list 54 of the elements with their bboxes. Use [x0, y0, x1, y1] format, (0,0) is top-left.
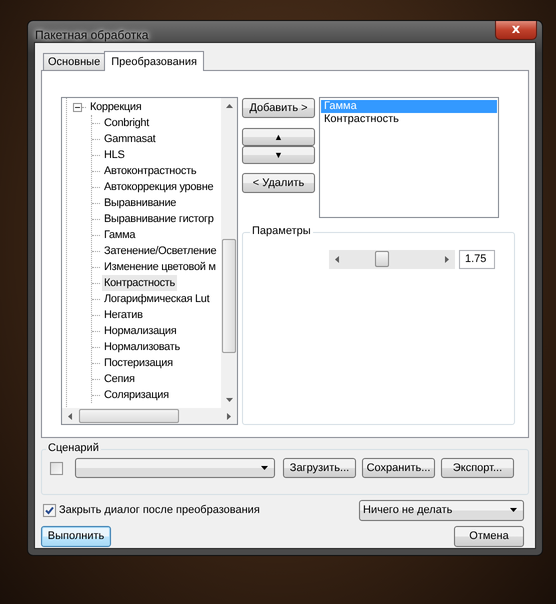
tree-item[interactable]: Соляризация [102, 387, 171, 403]
scroll-down-icon[interactable] [226, 398, 232, 402]
tree-item[interactable]: Нормализовать [102, 339, 182, 355]
tree-item[interactable]: Автокоррекция уровне [102, 179, 216, 195]
remove-button[interactable]: < Удалить [242, 173, 315, 193]
scroll-left-icon[interactable] [68, 412, 72, 420]
window-title: Пакетная обработка [35, 28, 148, 42]
tree-item[interactable]: Гамма [102, 227, 138, 243]
vertical-scrollbar[interactable] [221, 98, 237, 408]
tree-item[interactable]: Автоконтрастность [102, 163, 198, 179]
run-button[interactable]: Выполнить [41, 526, 111, 546]
scroll-right-icon[interactable] [227, 412, 231, 420]
action-dropdown[interactable]: Ничего не делать [359, 500, 524, 520]
scenario-button[interactable]: Сохранить... [362, 458, 435, 478]
scenario-dropdown[interactable] [75, 458, 275, 478]
tree-item[interactable]: Логарифмическая Lut [102, 291, 212, 307]
collapse-icon[interactable] [73, 102, 82, 112]
scroll-up-icon[interactable] [226, 104, 232, 108]
tree-item[interactable]: Контрастность [102, 275, 177, 291]
tree-item[interactable]: HLS [102, 147, 126, 163]
group-title: Параметры [250, 225, 313, 237]
tree-item[interactable]: Выравнивание гистогр [102, 211, 216, 227]
list-item[interactable]: Контрастность [321, 113, 497, 126]
tree-item[interactable]: Сепия [102, 371, 137, 387]
caret-icon [261, 466, 268, 470]
close-button[interactable]: x [495, 21, 537, 40]
caret-icon [510, 508, 517, 512]
right-arrow-icon[interactable] [445, 256, 449, 263]
tree-item[interactable]: Нормализация [102, 323, 178, 339]
tree-item[interactable]: Conbright [102, 115, 151, 131]
tree-item[interactable]: Выравнивание [102, 195, 178, 211]
move-up-button[interactable]: ▲ [242, 128, 315, 146]
group-title: Сценарий [46, 442, 101, 454]
tree-item[interactable]: Постеризация [102, 355, 175, 371]
tab[interactable]: Основные [43, 53, 106, 70]
slider[interactable] [329, 250, 455, 269]
add-button[interactable]: Добавить > [242, 98, 315, 118]
slider-thumb[interactable] [375, 251, 390, 267]
checkbox[interactable] [50, 462, 63, 474]
move-down-button[interactable]: ▼ [242, 146, 315, 164]
tree-item[interactable]: Затенение/Осветление [102, 243, 218, 259]
value-field[interactable]: 1.75 [459, 250, 495, 269]
horizontal-scrollbar[interactable] [62, 408, 237, 424]
tree-item[interactable]: Коррекция [88, 99, 144, 115]
tab[interactable]: Преобразования [104, 51, 204, 71]
checkbox-label[interactable]: Закрыть диалог после преобразования [59, 504, 260, 516]
scenario-button[interactable]: Загрузить... [283, 458, 356, 478]
tree-item[interactable]: Негатив [102, 307, 145, 323]
cancel-button[interactable]: Отмена [454, 526, 524, 546]
checkbox[interactable] [43, 504, 56, 516]
left-arrow-icon[interactable] [335, 256, 339, 263]
tree-item[interactable]: Gammasat [102, 131, 158, 147]
tree-item[interactable]: Изменение цветовой м [102, 259, 218, 275]
scenario-button[interactable]: Экспорт... [441, 458, 514, 478]
